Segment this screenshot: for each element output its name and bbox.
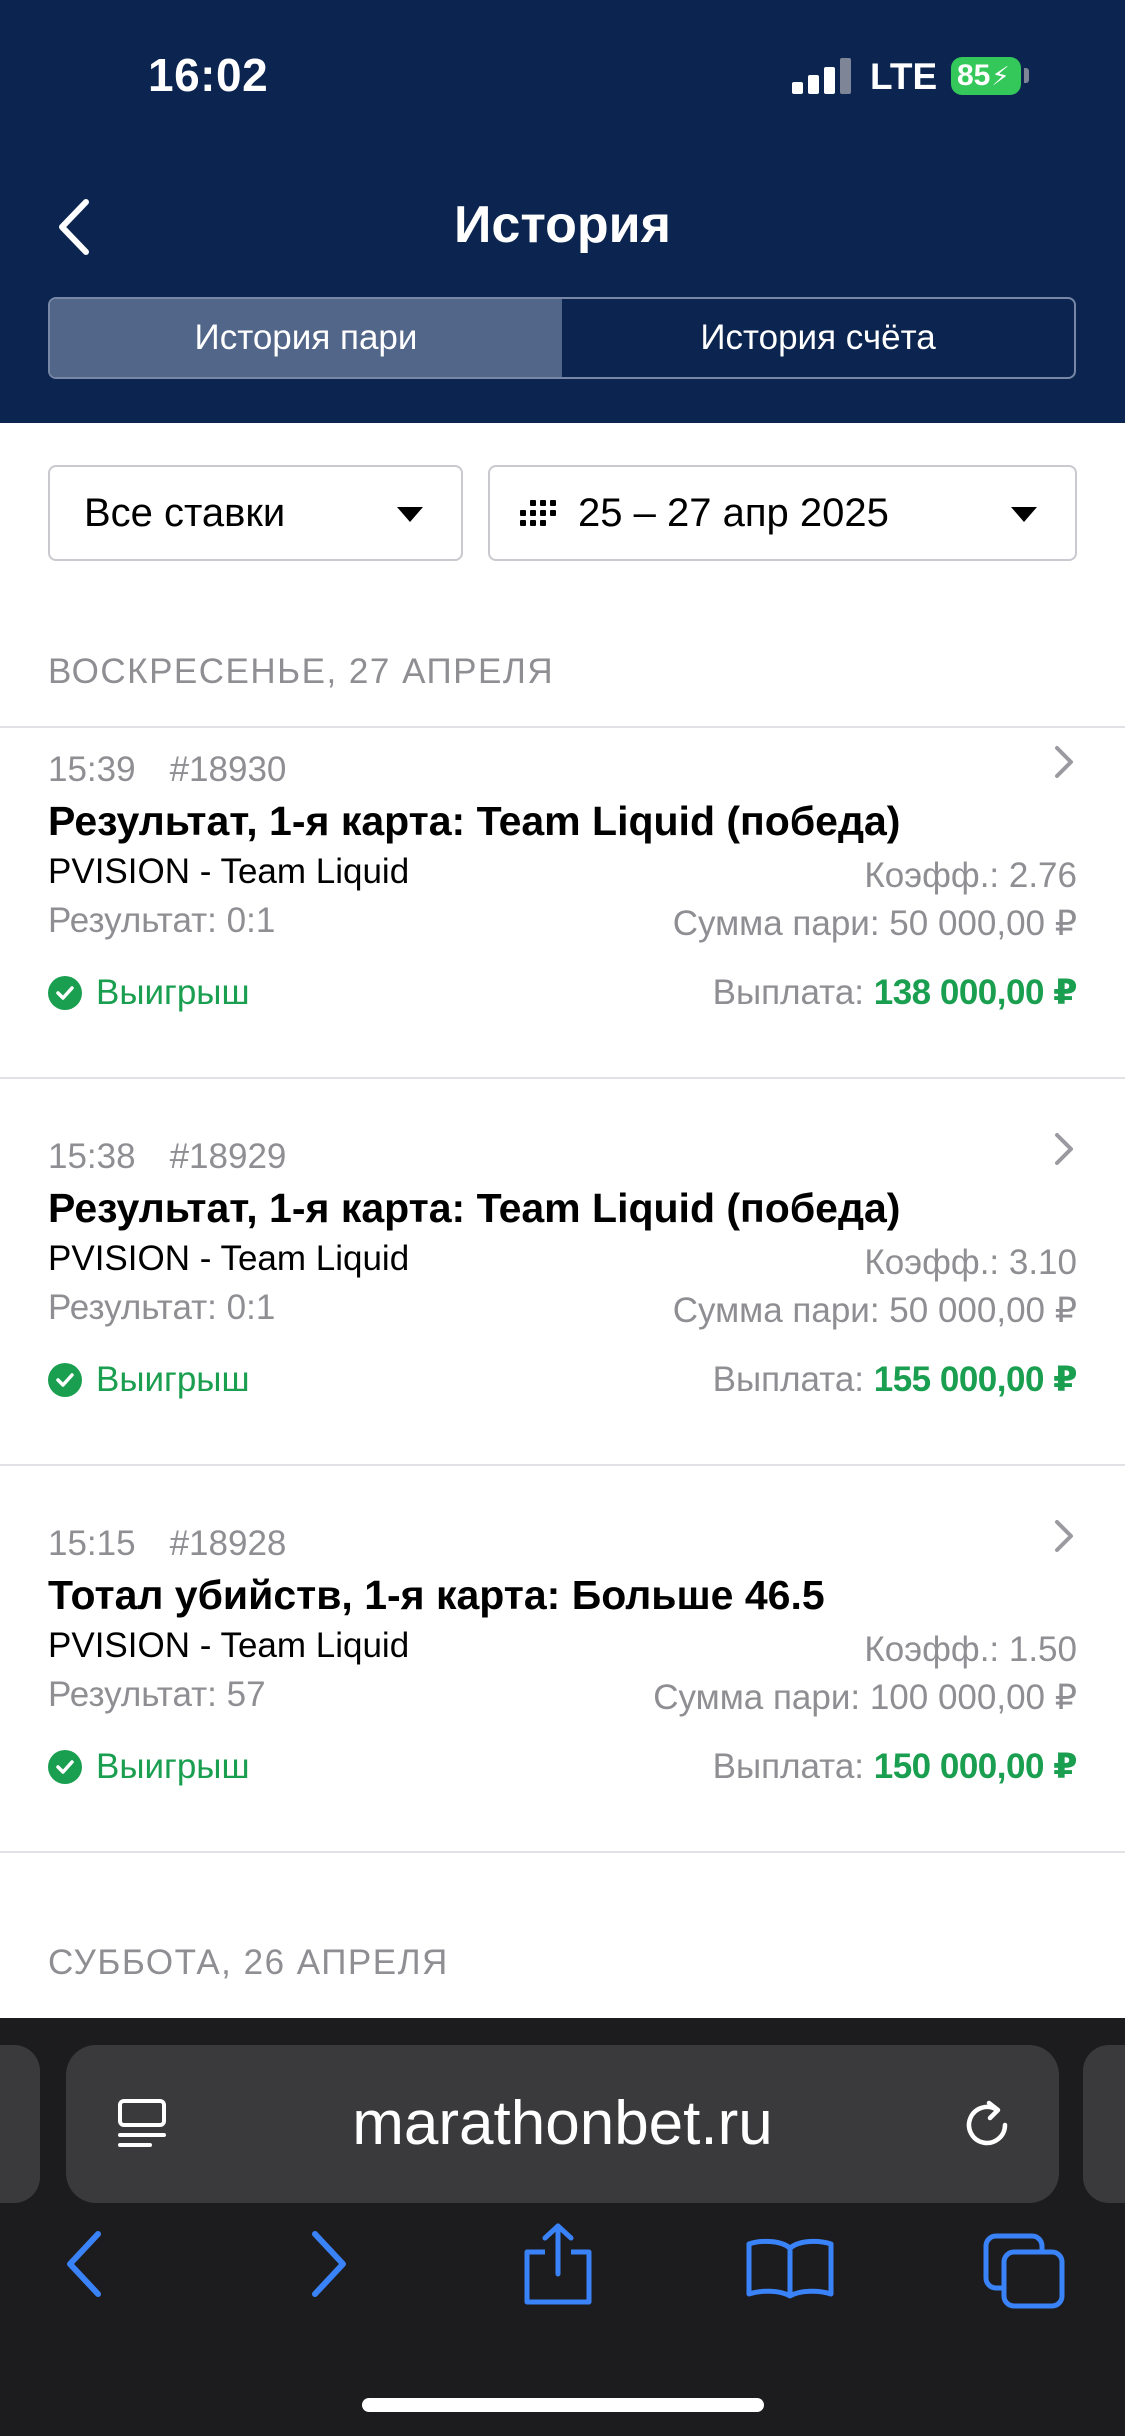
bet-payout: Выплата: 155 000,00 ₽ [712, 1360, 1078, 1400]
bet-id: #18929 [169, 1137, 287, 1176]
calendar-icon [520, 500, 556, 526]
bet-type-value: Все ставки [84, 490, 286, 535]
payout-label: Выплата: [712, 1360, 865, 1399]
caret-down-icon [397, 507, 423, 522]
share-icon[interactable] [521, 2222, 595, 2306]
payout-label: Выплата: [712, 973, 865, 1012]
bet-payout: Выплата: 138 000,00 ₽ [712, 973, 1078, 1013]
bet-card[interactable]: 15:39 #18930 Результат, 1-я карта: Team L… [0, 728, 1125, 1116]
bet-title: Результат, 1-я карта: Team Liquid (побед… [48, 1185, 901, 1231]
payout-amount: 138 000,00 ₽ [873, 973, 1078, 1012]
book-icon[interactable] [745, 2236, 835, 2300]
battery-icon: 85⚡ [951, 57, 1021, 95]
bet-time: 15:38 [48, 1137, 136, 1176]
address-bar[interactable]: marathonbet.ru [66, 2045, 1059, 2203]
section-date-label: ВОСКРЕСЕНЬЕ, 27 АПРЕЛЯ [48, 652, 555, 691]
check-circle-icon [48, 1363, 82, 1397]
bet-type-filter[interactable]: Все ставки [48, 465, 463, 561]
divider [0, 1077, 1125, 1079]
tabs-icon[interactable] [982, 2232, 1066, 2310]
bet-card[interactable]: 15:15 #18928 Тотал убийств, 1-я карта: Бо… [0, 1502, 1125, 1890]
bet-id: #18928 [169, 1524, 287, 1563]
section-date-label: СУББОТА, 26 АПРЕЛЯ [48, 1943, 449, 1982]
bet-meta: 15:38 #18929 [48, 1137, 286, 1177]
bet-coefficient: Коэфф.: 2.76 [864, 856, 1077, 895]
battery-tip [1024, 68, 1029, 83]
bet-match: PVISION - Team Liquid [48, 1626, 410, 1665]
date-range-value: 25 – 27 апр 2025 [578, 490, 889, 535]
bet-id: #18930 [169, 750, 287, 789]
bet-result: Результат: 0:1 [48, 901, 276, 940]
forward-arrow-icon[interactable] [303, 2228, 353, 2300]
home-indicator[interactable] [362, 2398, 764, 2412]
bet-status-label: Выигрыш [96, 1747, 250, 1786]
app-header: 16:02 LTE 85⚡ История История пари Истор… [0, 0, 1125, 423]
history-segmented-control: История пари История счёта [48, 297, 1076, 379]
chevron-right-icon [1055, 1133, 1073, 1165]
bet-status: Выигрыш [48, 973, 250, 1013]
bet-title: Тотал убийств, 1-я карта: Больше 46.5 [48, 1572, 825, 1618]
network-type: LTE [870, 56, 938, 97]
bet-meta: 15:39 #18930 [48, 750, 286, 790]
next-tab-edge[interactable] [1083, 2045, 1125, 2203]
bet-match: PVISION - Team Liquid [48, 1239, 410, 1278]
chevron-right-icon [1055, 1520, 1073, 1552]
back-arrow-icon[interactable] [60, 2228, 110, 2300]
bet-card[interactable]: 15:38 #18929 Результат, 1-я карта: Team L… [0, 1115, 1125, 1503]
divider [0, 1851, 1125, 1853]
bet-status: Выигрыш [48, 1747, 250, 1787]
bet-time: 15:39 [48, 750, 136, 789]
payout-label: Выплата: [712, 1747, 865, 1786]
chevron-right-icon [1055, 746, 1073, 778]
tab-account-history[interactable]: История счёта [562, 299, 1074, 377]
bet-stake: Сумма пари: 100 000,00 ₽ [653, 1678, 1077, 1717]
bet-status: Выигрыш [48, 1360, 250, 1400]
bet-title: Результат, 1-я карта: Team Liquid (побед… [48, 798, 901, 844]
divider [0, 1464, 1125, 1466]
bet-status-label: Выигрыш [96, 973, 250, 1012]
signal-icon [792, 58, 852, 94]
bet-result: Результат: 57 [48, 1675, 266, 1714]
payout-amount: 150 000,00 ₽ [873, 1747, 1078, 1786]
tab-bet-history[interactable]: История пари [50, 299, 562, 377]
bet-match: PVISION - Team Liquid [48, 852, 410, 891]
status-time: 16:02 [148, 49, 269, 101]
reload-icon[interactable] [959, 2095, 1019, 2155]
check-circle-icon [48, 976, 82, 1010]
date-range-filter[interactable]: 25 – 27 апр 2025 [488, 465, 1077, 561]
bet-coefficient: Коэфф.: 3.10 [864, 1243, 1077, 1282]
bet-coefficient: Коэфф.: 1.50 [864, 1630, 1077, 1669]
bet-status-label: Выигрыш [96, 1360, 250, 1399]
caret-down-icon [1011, 507, 1037, 522]
payout-amount: 155 000,00 ₽ [873, 1360, 1078, 1399]
bet-stake: Сумма пари: 50 000,00 ₽ [672, 904, 1077, 943]
battery-level: 85 [957, 59, 991, 92]
previous-tab-edge[interactable] [0, 2045, 40, 2203]
bet-meta: 15:15 #18928 [48, 1524, 286, 1564]
url-text: marathonbet.ru [352, 2089, 773, 2158]
bet-payout: Выплата: 150 000,00 ₽ [712, 1747, 1078, 1787]
bet-time: 15:15 [48, 1524, 136, 1563]
check-circle-icon [48, 1750, 82, 1784]
page-title: История [454, 196, 671, 254]
bet-stake: Сумма пари: 50 000,00 ₽ [672, 1291, 1077, 1330]
bet-result: Результат: 0:1 [48, 1288, 276, 1327]
